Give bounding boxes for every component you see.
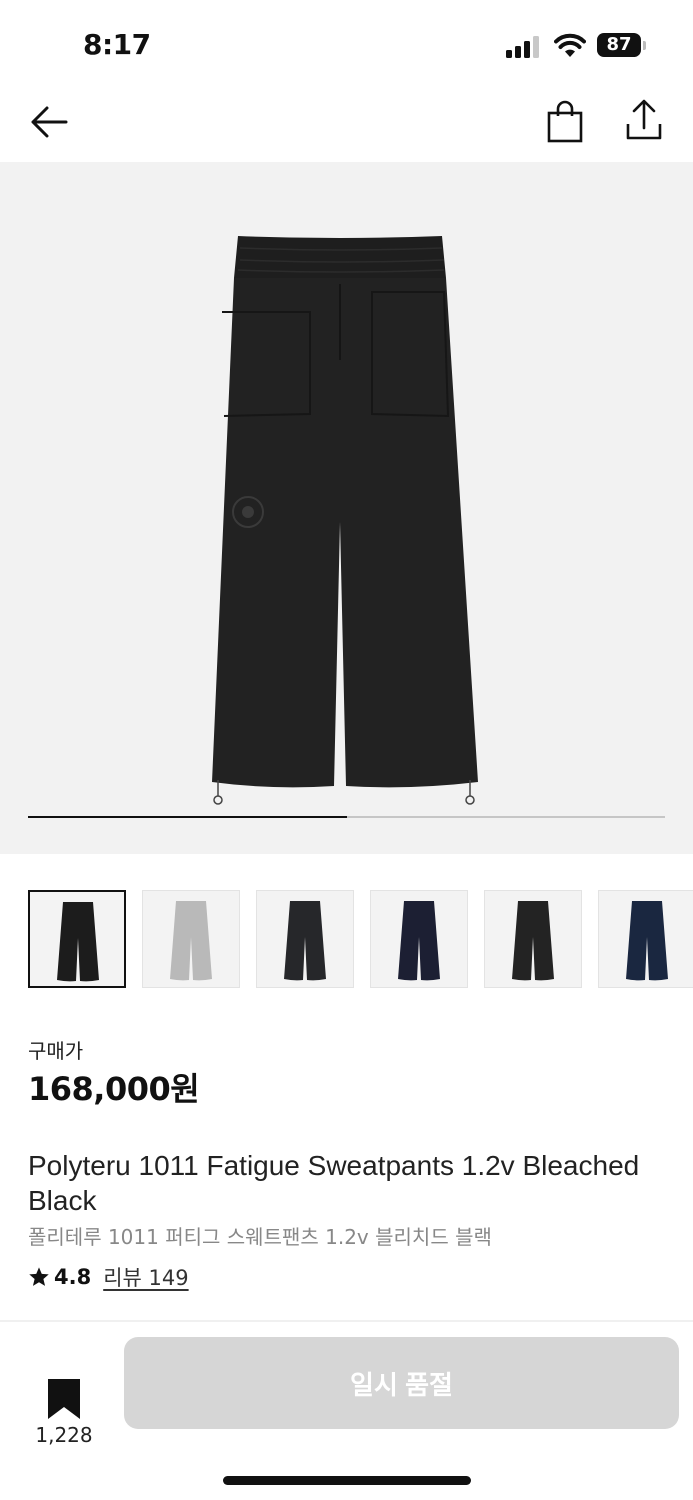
price-label: 구매가 bbox=[28, 1039, 84, 1063]
wifi-icon bbox=[554, 33, 586, 57]
color-thumbnail[interactable] bbox=[256, 890, 354, 988]
color-thumbnail[interactable] bbox=[142, 890, 240, 988]
thumbnail-pants-image bbox=[284, 901, 326, 981]
rating-row: 4.8 리뷰 149 bbox=[28, 1262, 189, 1292]
gallery-progress-track bbox=[28, 816, 665, 818]
color-thumbnail[interactable] bbox=[484, 890, 582, 988]
color-thumbnail[interactable] bbox=[598, 890, 693, 988]
home-indicator bbox=[223, 1476, 471, 1485]
product-title-ko: 폴리테루 1011 퍼티그 스웨트팬츠 1.2v 블리치드 블랙 bbox=[28, 1225, 492, 1249]
product-image-gallery[interactable] bbox=[0, 162, 693, 854]
battery-level: 87 bbox=[597, 33, 641, 57]
bottom-bar-divider bbox=[0, 1320, 693, 1322]
battery-tip bbox=[643, 41, 646, 50]
status-bar: 8:17 87 bbox=[0, 0, 693, 80]
bookmark-icon bbox=[48, 1379, 80, 1419]
battery-icon: 87 bbox=[597, 33, 647, 59]
thumbnail-pants-image bbox=[57, 902, 99, 982]
gallery-progress-fill bbox=[28, 816, 347, 818]
reviews-link[interactable]: 리뷰 149 bbox=[103, 1262, 188, 1292]
status-time: 8:17 bbox=[83, 28, 151, 61]
rating-value: 4.8 bbox=[54, 1265, 92, 1289]
thumbnail-pants-image bbox=[512, 901, 554, 981]
shopping-bag-icon[interactable] bbox=[546, 100, 584, 144]
thumbnail-pants-image bbox=[398, 901, 440, 981]
color-thumbnail[interactable] bbox=[370, 890, 468, 988]
product-image bbox=[212, 236, 478, 805]
bookmark-count: 1,228 bbox=[35, 1423, 93, 1447]
share-icon[interactable] bbox=[624, 98, 664, 142]
star-icon bbox=[29, 1267, 49, 1286]
back-arrow-icon[interactable] bbox=[28, 102, 70, 142]
thumbnail-pants-image bbox=[170, 901, 212, 981]
product-title-en: Polyteru 1011 Fatigue Sweatpants 1.2v Bl… bbox=[28, 1150, 640, 1216]
thumbnail-pants-image bbox=[626, 901, 668, 981]
nav-bar bbox=[0, 80, 693, 162]
color-thumbnail[interactable] bbox=[28, 890, 126, 988]
sold-out-button[interactable]: 일시 품절 bbox=[124, 1337, 679, 1429]
cellular-signal-icon bbox=[506, 36, 539, 58]
bookmark-button[interactable]: 1,228 bbox=[30, 1375, 98, 1447]
color-thumbnail-list bbox=[28, 890, 693, 990]
price: 168,000원 bbox=[28, 1070, 200, 1108]
